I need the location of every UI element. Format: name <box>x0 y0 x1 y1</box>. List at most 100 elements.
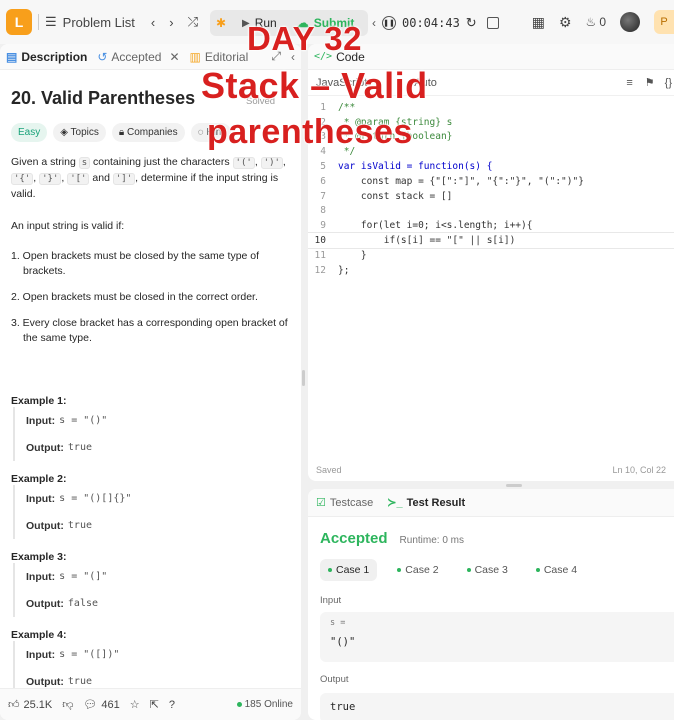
rule-item: 2. Open brackets must be closed in the c… <box>11 291 258 303</box>
avatar[interactable] <box>620 12 640 32</box>
debug-icon[interactable]: ✱ <box>210 16 232 30</box>
share-icon[interactable]: ⇱ <box>150 698 159 711</box>
code-line-11: 11 } <box>314 249 367 261</box>
premium-button[interactable]: P <box>654 10 674 34</box>
chevron-left-icon: ‹ <box>150 14 156 30</box>
rule-item: 3. Every close bracket has a correspondi… <box>11 317 288 344</box>
random-problem-button[interactable]: ⤮ <box>188 14 198 30</box>
lightbulb-icon: ◌ <box>197 127 204 138</box>
pass-dot-icon <box>397 568 402 572</box>
difficulty-badge: Easy <box>11 123 48 142</box>
timer: ‹ ❚❚ 00:04:43 ↻ <box>372 11 499 35</box>
input-label: Input <box>320 595 342 606</box>
history-icon: ↺ <box>97 49 108 64</box>
code-line-7: 7 const stack = [] <box>320 190 453 202</box>
case-tab-1[interactable]: Case 1 <box>320 559 378 581</box>
pause-icon[interactable]: ❚❚ <box>382 16 396 30</box>
next-problem-button[interactable]: › <box>169 15 173 30</box>
example-4: Example 4: Input: s = "([])" Output: true <box>11 629 290 695</box>
divider <box>38 14 39 30</box>
example-3: Example 3: Input: s = "(]" Output: false <box>11 551 290 617</box>
checkbox-icon: ☑ <box>316 497 326 509</box>
pass-dot-icon <box>466 568 471 572</box>
pass-dot-icon <box>328 568 332 572</box>
code-footer: Saved Ln 10, Col 22 <box>308 459 674 481</box>
tab-editorial[interactable]: ▥ Editorial <box>190 50 249 64</box>
close-icon[interactable]: ✕ <box>169 50 179 64</box>
code-line-6: 6 const map = {"[":"]", "{":"}", "(":")"… <box>320 175 584 187</box>
prev-problem-button[interactable]: ‹ <box>151 15 155 30</box>
overlay-title-line2: Stack – Valid <box>201 65 428 106</box>
list-icon: ☰ <box>45 14 57 29</box>
thumbs-down-icon: 👎︎ <box>62 699 74 711</box>
tab-testcase[interactable]: ☑ Testcase <box>316 496 373 510</box>
star-icon[interactable]: ☆ <box>130 698 140 711</box>
tag-icon: ◈ <box>60 127 68 138</box>
thumbs-up-icon: 👍︎ <box>8 699 20 711</box>
help-icon[interactable]: ? <box>169 699 175 711</box>
output-value-box: true <box>320 693 674 720</box>
pass-dot-icon <box>535 568 540 572</box>
example-1: Example 1: Input: s = "()" Output: true <box>11 395 290 461</box>
case-tabs: Case 1 Case 2 Case 3 Case 4 <box>308 559 674 581</box>
code-line-8: 8 <box>320 205 326 217</box>
rules-intro: An input string is valid if: <box>11 220 125 232</box>
topics-button[interactable]: ◈ Topics <box>53 123 106 142</box>
like-button[interactable]: 👍︎ 25.1K <box>8 698 52 712</box>
case-tab-2[interactable]: Case 2 <box>389 559 446 581</box>
format-icon[interactable]: ≡ <box>626 77 632 89</box>
bookmark-icon[interactable]: ⚑ <box>645 76 655 89</box>
runtime-label: Runtime: 0 ms <box>399 535 464 546</box>
example-2: Example 2: Input: s = "()[]{}" Output: tru… <box>11 473 290 539</box>
vertical-splitter[interactable] <box>302 370 305 386</box>
rule-item: 1. Open brackets must be closed by the s… <box>11 250 260 277</box>
horizontal-splitter[interactable] <box>506 484 522 487</box>
result-panel: ☑ Testcase ≻_ Test Result Accepted Runti… <box>308 489 674 720</box>
result-tabs: ☑ Testcase ≻_ Test Result <box>308 489 674 517</box>
comments-button[interactable]: 💬︎ 461 <box>83 698 119 712</box>
result-status: Accepted Runtime: 0 ms <box>308 530 674 547</box>
problem-list-button[interactable]: ☰ Problem List <box>45 14 135 30</box>
code-line-10-current: 10 if(s[i] == "[" || s[i]) <box>308 232 674 249</box>
overlay-title-line3: parentheses <box>207 113 413 151</box>
online-count: 185 Online <box>236 699 293 710</box>
note-icon[interactable] <box>486 17 499 29</box>
overlay-title-line1: DAY 32 <box>247 20 362 57</box>
terminal-icon: ≻_ <box>387 497 403 509</box>
chevron-right-icon: › <box>169 14 174 30</box>
flame-icon: ♨ <box>585 15 597 29</box>
code-editor-panel: </> Code JavaScript ▫ Auto ≡ ⚑ {} 1/** 2… <box>308 44 674 481</box>
tab-description[interactable]: ▤ Description <box>6 50 87 64</box>
timer-value: 00:04:43 <box>402 16 460 30</box>
saved-status: Saved <box>316 465 342 475</box>
problem-description: Given a string s containing just the cha… <box>11 155 290 346</box>
shuffle-icon: ⤮ <box>187 14 198 29</box>
cursor-position: Ln 10, Col 22 <box>612 465 666 475</box>
reset-timer-icon[interactable]: ↻ <box>466 15 477 31</box>
companies-button[interactable]: 🔒︎ Companies <box>111 123 185 142</box>
case-tab-4[interactable]: Case 4 <box>528 559 585 581</box>
collapse-timer-button[interactable]: ‹ <box>372 16 376 30</box>
input-value-box: s = "()" <box>320 612 674 662</box>
problem-footer: 👍︎ 25.1K 👎︎ 💬︎ 461 ☆ ⇱ ? 185 Online <box>0 688 301 720</box>
layout-grid-icon[interactable]: ▦ <box>532 14 545 31</box>
comment-icon: 💬︎ <box>83 699 98 711</box>
case-tab-3[interactable]: Case 3 <box>459 559 516 581</box>
dislike-button[interactable]: 👎︎ <box>62 698 73 711</box>
gear-icon[interactable]: ⚙ <box>559 14 572 31</box>
braces-icon[interactable]: {} <box>665 77 672 89</box>
status-badge: Accepted <box>320 530 388 547</box>
leetcode-logo[interactable]: L <box>6 9 32 35</box>
code-line-5: 5 var isValid = function(s) { <box>320 161 493 173</box>
top-right-icons: ▦ ⚙ ♨ 0 P <box>532 10 674 34</box>
code-line-9: 9 for(let i=0; i<s.length; i++){ <box>320 220 533 232</box>
tab-test-result[interactable]: ≻_ Test Result <box>387 496 465 510</box>
online-dot-icon <box>236 702 242 707</box>
code-line-12: 12}; <box>314 264 350 276</box>
tab-accepted[interactable]: ↺ Accepted ✕ <box>97 50 179 64</box>
streak-button[interactable]: ♨ 0 <box>586 15 606 29</box>
output-label: Output <box>320 674 349 685</box>
document-icon: ▤ <box>6 49 18 64</box>
lock-icon: 🔒︎ <box>118 127 125 138</box>
book-icon: ▥ <box>189 49 201 64</box>
